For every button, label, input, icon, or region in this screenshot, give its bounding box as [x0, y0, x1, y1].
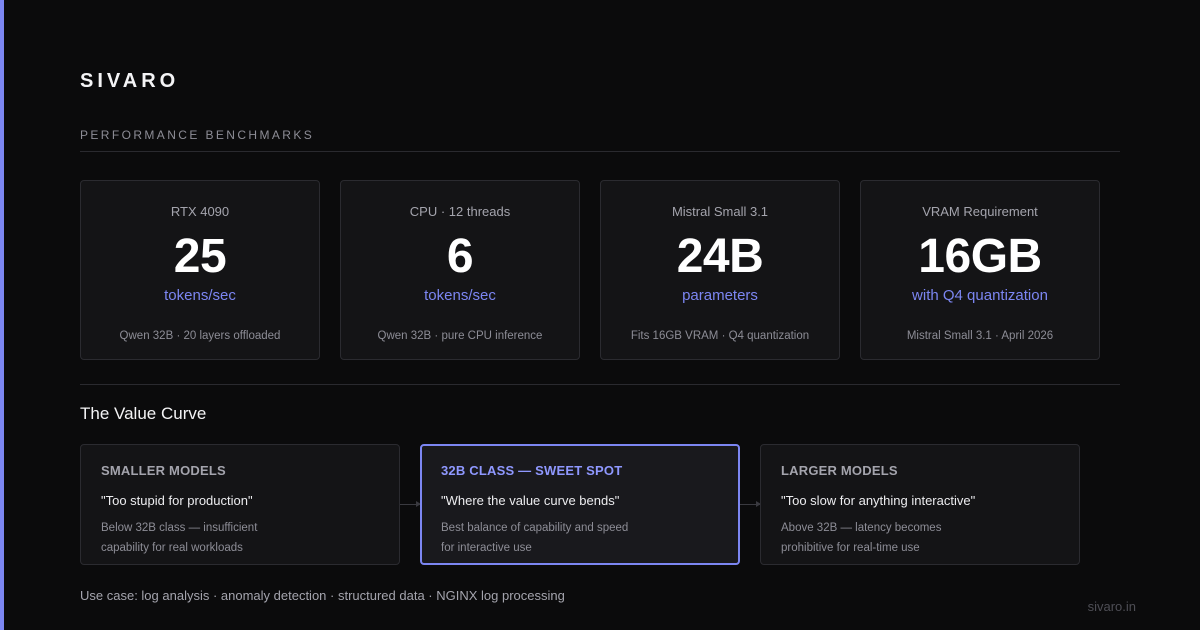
stat-value: 6	[446, 230, 474, 283]
stat-value: 16GB	[918, 230, 1042, 283]
stat-label: Mistral Small 3.1	[671, 204, 769, 219]
tier-card-smaller: SMALLER MODELS "Too stupid for productio…	[80, 444, 400, 565]
tier-quote: "Too stupid for production"	[101, 493, 253, 508]
stat-label: RTX 4090	[170, 204, 230, 219]
accent-bar	[0, 0, 4, 630]
tier-description: Below 32B class — insufficient capabilit…	[101, 522, 258, 554]
value-curve-tiers: SMALLER MODELS "Too stupid for productio…	[80, 444, 1080, 565]
stat-note: Fits 16GB VRAM · Q4 quantization	[630, 330, 810, 342]
divider	[80, 151, 1120, 152]
tier-description: Best balance of capability and speed for…	[441, 522, 629, 554]
stat-card-vram: VRAM Requirement 16GB with Q4 quantizati…	[860, 180, 1100, 360]
brand-logo: SIVARO	[80, 70, 180, 92]
stat-note: Qwen 32B · pure CPU inference	[377, 330, 543, 342]
stat-card-cpu: CPU · 12 threads 6 tokens/sec Qwen 32B ·…	[340, 180, 580, 360]
use-case-text: Use case: log analysis · anomaly detecti…	[80, 588, 565, 603]
stat-note: Mistral Small 3.1 · April 2026	[906, 330, 1054, 342]
tier-description: Above 32B — latency becomes prohibitive …	[781, 522, 942, 554]
stat-value: 25	[173, 230, 227, 283]
tier-card-larger: LARGER MODELS "Too slow for anything int…	[760, 444, 1080, 565]
stat-label: CPU · 12 threads	[409, 204, 511, 219]
tier-title: LARGER MODELS	[781, 463, 898, 478]
arrow-right-icon	[400, 501, 421, 507]
stat-unit: parameters	[682, 287, 758, 304]
stat-unit: tokens/sec	[164, 287, 236, 304]
divider	[80, 384, 1120, 385]
stat-unit: tokens/sec	[424, 287, 496, 304]
stat-unit: with Q4 quantization	[912, 287, 1048, 304]
stat-label: VRAM Requirement	[922, 204, 1038, 219]
tier-quote: "Too slow for anything interactive"	[781, 493, 976, 508]
stats-row: RTX 4090 25 tokens/sec Qwen 32B · 20 lay…	[80, 180, 1100, 360]
tier-title: SMALLER MODELS	[101, 463, 226, 478]
stat-note: Qwen 32B · 20 layers offloaded	[119, 330, 281, 342]
tier-card-sweet-spot: 32B CLASS — SWEET SPOT "Where the value …	[420, 444, 740, 565]
stat-value: 24B	[676, 230, 764, 283]
stat-card-rtx: RTX 4090 25 tokens/sec Qwen 32B · 20 lay…	[80, 180, 320, 360]
stat-card-params: Mistral Small 3.1 24B parameters Fits 16…	[600, 180, 840, 360]
site-url: sivaro.in	[1087, 599, 1136, 614]
tier-quote: "Where the value curve bends"	[441, 493, 620, 508]
tier-title: 32B CLASS — SWEET SPOT	[441, 463, 623, 478]
value-curve-title: The Value Curve	[80, 404, 207, 423]
arrow-right-icon	[740, 501, 761, 507]
section-label: PERFORMANCE BENCHMARKS	[80, 128, 315, 142]
